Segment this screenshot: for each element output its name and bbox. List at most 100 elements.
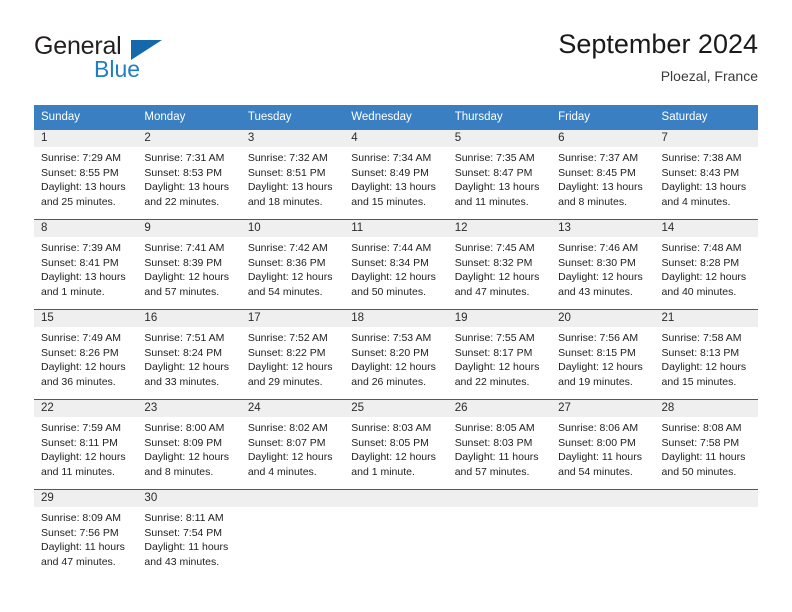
sunset-text: Sunset: 8:11 PM [41, 436, 118, 449]
weekday-header-friday: Friday [558, 111, 591, 123]
sunrise-text: Sunrise: 7:52 AM [247, 332, 328, 344]
day-details: Sunrise: 7:44 AM Sunset: 8:34 PM Dayligh… [344, 237, 447, 299]
day-number: 19 [447, 310, 552, 327]
day-number: 5 [447, 130, 552, 147]
day-cell[interactable]: 9 Sunrise: 7:41 AM Sunset: 8:39 PM Dayli… [137, 220, 241, 309]
day-cell[interactable]: 1 Sunrise: 7:29 AM Sunset: 8:55 PM Dayli… [34, 130, 138, 219]
sunrise-text: Sunrise: 7:39 AM [41, 242, 121, 254]
day-cell[interactable]: 3 Sunrise: 7:32 AM Sunset: 8:51 PM Dayli… [240, 130, 345, 219]
day-cell[interactable]: 21 Sunrise: 7:58 AM Sunset: 8:13 PM Dayl… [654, 310, 758, 399]
daylight-text-line1: Daylight: 12 hours [247, 451, 333, 463]
sunset-text: Sunset: 8:55 PM [41, 166, 119, 179]
sunrise-text: Sunrise: 8:06 AM [558, 422, 639, 434]
day-number: 2 [137, 130, 241, 147]
day-details: Sunrise: 7:49 AM Sunset: 8:26 PM Dayligh… [34, 327, 137, 389]
day-cell-empty [447, 490, 552, 585]
sunset-text: Sunset: 8:24 PM [144, 346, 223, 359]
day-number: 30 [137, 490, 241, 507]
sunrise-text: Sunrise: 7:44 AM [351, 242, 432, 254]
sunrise-text: Sunrise: 7:38 AM [661, 152, 742, 164]
day-details: Sunrise: 7:59 AM Sunset: 8:11 PM Dayligh… [34, 417, 137, 479]
daylight-text-line1: Daylight: 13 hours [558, 181, 643, 193]
day-number [344, 490, 448, 507]
day-details: Sunrise: 7:34 AM Sunset: 8:49 PM Dayligh… [344, 147, 447, 209]
calendar-page: General Blue September 2024 Ploezal, Fra… [0, 0, 792, 612]
sunset-text: Sunset: 8:22 PM [247, 346, 326, 359]
daylight-text-line2: and 33 minutes. [144, 375, 220, 388]
day-number [240, 490, 345, 507]
day-cell[interactable]: 13 Sunrise: 7:46 AM Sunset: 8:30 PM Dayl… [551, 220, 655, 309]
day-details: Sunrise: 7:56 AM Sunset: 8:15 PM Dayligh… [551, 327, 654, 389]
sunset-text: Sunset: 7:54 PM [144, 526, 223, 539]
daylight-text-line1: Daylight: 12 hours [661, 271, 747, 283]
day-number: 14 [654, 220, 758, 237]
sunset-text: Sunset: 8:43 PM [661, 166, 740, 179]
day-cell[interactable]: 26 Sunrise: 8:05 AM Sunset: 8:03 PM Dayl… [447, 400, 552, 489]
sunset-text: Sunset: 8:13 PM [661, 346, 740, 359]
daylight-text-line1: Daylight: 12 hours [144, 451, 230, 463]
day-number: 12 [447, 220, 552, 237]
day-cell[interactable]: 17 Sunrise: 7:52 AM Sunset: 8:22 PM Dayl… [240, 310, 345, 399]
day-cell[interactable]: 6 Sunrise: 7:37 AM Sunset: 8:45 PM Dayli… [551, 130, 655, 219]
day-details: Sunrise: 7:46 AM Sunset: 8:30 PM Dayligh… [551, 237, 654, 299]
daylight-text-line2: and 54 minutes. [247, 285, 323, 298]
weekday-header-tuesday: Tuesday [247, 111, 292, 123]
day-cell[interactable]: 8 Sunrise: 7:39 AM Sunset: 8:41 PM Dayli… [34, 220, 138, 309]
day-cell[interactable]: 18 Sunrise: 7:53 AM Sunset: 8:20 PM Dayl… [344, 310, 448, 399]
sunset-text: Sunset: 8:09 PM [144, 436, 223, 449]
brand-logo[interactable]: General Blue [34, 28, 214, 90]
day-number: 8 [34, 220, 138, 237]
location-label: Ploezal, France [660, 68, 758, 84]
day-cell[interactable]: 29 Sunrise: 8:09 AM Sunset: 7:56 PM Dayl… [34, 490, 138, 585]
day-cell[interactable]: 4 Sunrise: 7:34 AM Sunset: 8:49 PM Dayli… [344, 130, 448, 219]
day-number [447, 490, 552, 507]
sunset-text: Sunset: 8:00 PM [558, 436, 636, 449]
day-cell[interactable]: 22 Sunrise: 7:59 AM Sunset: 8:11 PM Dayl… [34, 400, 138, 489]
sunrise-text: Sunrise: 8:09 AM [41, 512, 121, 524]
day-cell-empty [551, 490, 655, 585]
day-cell[interactable]: 16 Sunrise: 7:51 AM Sunset: 8:24 PM Dayl… [137, 310, 241, 399]
daylight-text-line2: and 25 minutes. [41, 195, 116, 208]
title-block: September 2024 Ploezal, France [558, 28, 758, 86]
day-cell[interactable]: 5 Sunrise: 7:35 AM Sunset: 8:47 PM Dayli… [447, 130, 552, 219]
day-number: 10 [240, 220, 345, 237]
day-cell[interactable]: 23 Sunrise: 8:00 AM Sunset: 8:09 PM Dayl… [137, 400, 241, 489]
daylight-text-line1: Daylight: 12 hours [454, 361, 540, 373]
day-cell[interactable]: 7 Sunrise: 7:38 AM Sunset: 8:43 PM Dayli… [654, 130, 758, 219]
sunrise-text: Sunrise: 7:56 AM [558, 332, 639, 344]
daylight-text-line2: and 43 minutes. [558, 285, 633, 298]
day-cell[interactable]: 20 Sunrise: 7:56 AM Sunset: 8:15 PM Dayl… [551, 310, 655, 399]
day-cell[interactable]: 2 Sunrise: 7:31 AM Sunset: 8:53 PM Dayli… [137, 130, 241, 219]
day-cell[interactable]: 24 Sunrise: 8:02 AM Sunset: 8:07 PM Dayl… [240, 400, 345, 489]
daylight-text-line1: Daylight: 13 hours [144, 181, 230, 193]
day-cell[interactable]: 12 Sunrise: 7:45 AM Sunset: 8:32 PM Dayl… [447, 220, 552, 309]
day-details: Sunrise: 8:02 AM Sunset: 8:07 PM Dayligh… [241, 417, 344, 479]
sunset-text: Sunset: 8:28 PM [661, 256, 740, 269]
daylight-text-line1: Daylight: 12 hours [454, 271, 540, 283]
daylight-text-line2: and 26 minutes. [351, 375, 426, 388]
day-cell[interactable]: 15 Sunrise: 7:49 AM Sunset: 8:26 PM Dayl… [34, 310, 138, 399]
day-cell[interactable]: 10 Sunrise: 7:42 AM Sunset: 8:36 PM Dayl… [240, 220, 345, 309]
day-cell[interactable]: 30 Sunrise: 8:11 AM Sunset: 7:54 PM Dayl… [137, 490, 241, 585]
sunrise-text: Sunrise: 7:48 AM [661, 242, 742, 254]
day-cell[interactable]: 25 Sunrise: 8:03 AM Sunset: 8:05 PM Dayl… [344, 400, 448, 489]
sunset-text: Sunset: 8:49 PM [351, 166, 429, 179]
day-details: Sunrise: 7:29 AM Sunset: 8:55 PM Dayligh… [34, 147, 137, 209]
day-cell[interactable]: 28 Sunrise: 8:08 AM Sunset: 7:58 PM Dayl… [654, 400, 758, 489]
daylight-text-line1: Daylight: 12 hours [351, 451, 436, 463]
sunset-text: Sunset: 8:05 PM [351, 436, 429, 449]
daylight-text-line2: and 22 minutes. [144, 195, 220, 208]
day-cell[interactable]: 19 Sunrise: 7:55 AM Sunset: 8:17 PM Dayl… [447, 310, 552, 399]
day-cell[interactable]: 11 Sunrise: 7:44 AM Sunset: 8:34 PM Dayl… [344, 220, 448, 309]
sunrise-text: Sunrise: 7:29 AM [41, 152, 121, 164]
day-number: 29 [34, 490, 138, 507]
day-cell[interactable]: 14 Sunrise: 7:48 AM Sunset: 8:28 PM Dayl… [654, 220, 758, 309]
day-cell[interactable]: 27 Sunrise: 8:06 AM Sunset: 8:00 PM Dayl… [551, 400, 655, 489]
day-number: 11 [344, 220, 448, 237]
day-number: 13 [551, 220, 655, 237]
day-details: Sunrise: 7:58 AM Sunset: 8:13 PM Dayligh… [655, 327, 758, 389]
weekday-header-saturday: Saturday [661, 111, 708, 123]
day-number: 22 [34, 400, 138, 417]
week-row: 15 Sunrise: 7:49 AM Sunset: 8:26 PM Dayl… [34, 309, 758, 399]
daylight-text-line2: and 18 minutes. [247, 195, 323, 208]
